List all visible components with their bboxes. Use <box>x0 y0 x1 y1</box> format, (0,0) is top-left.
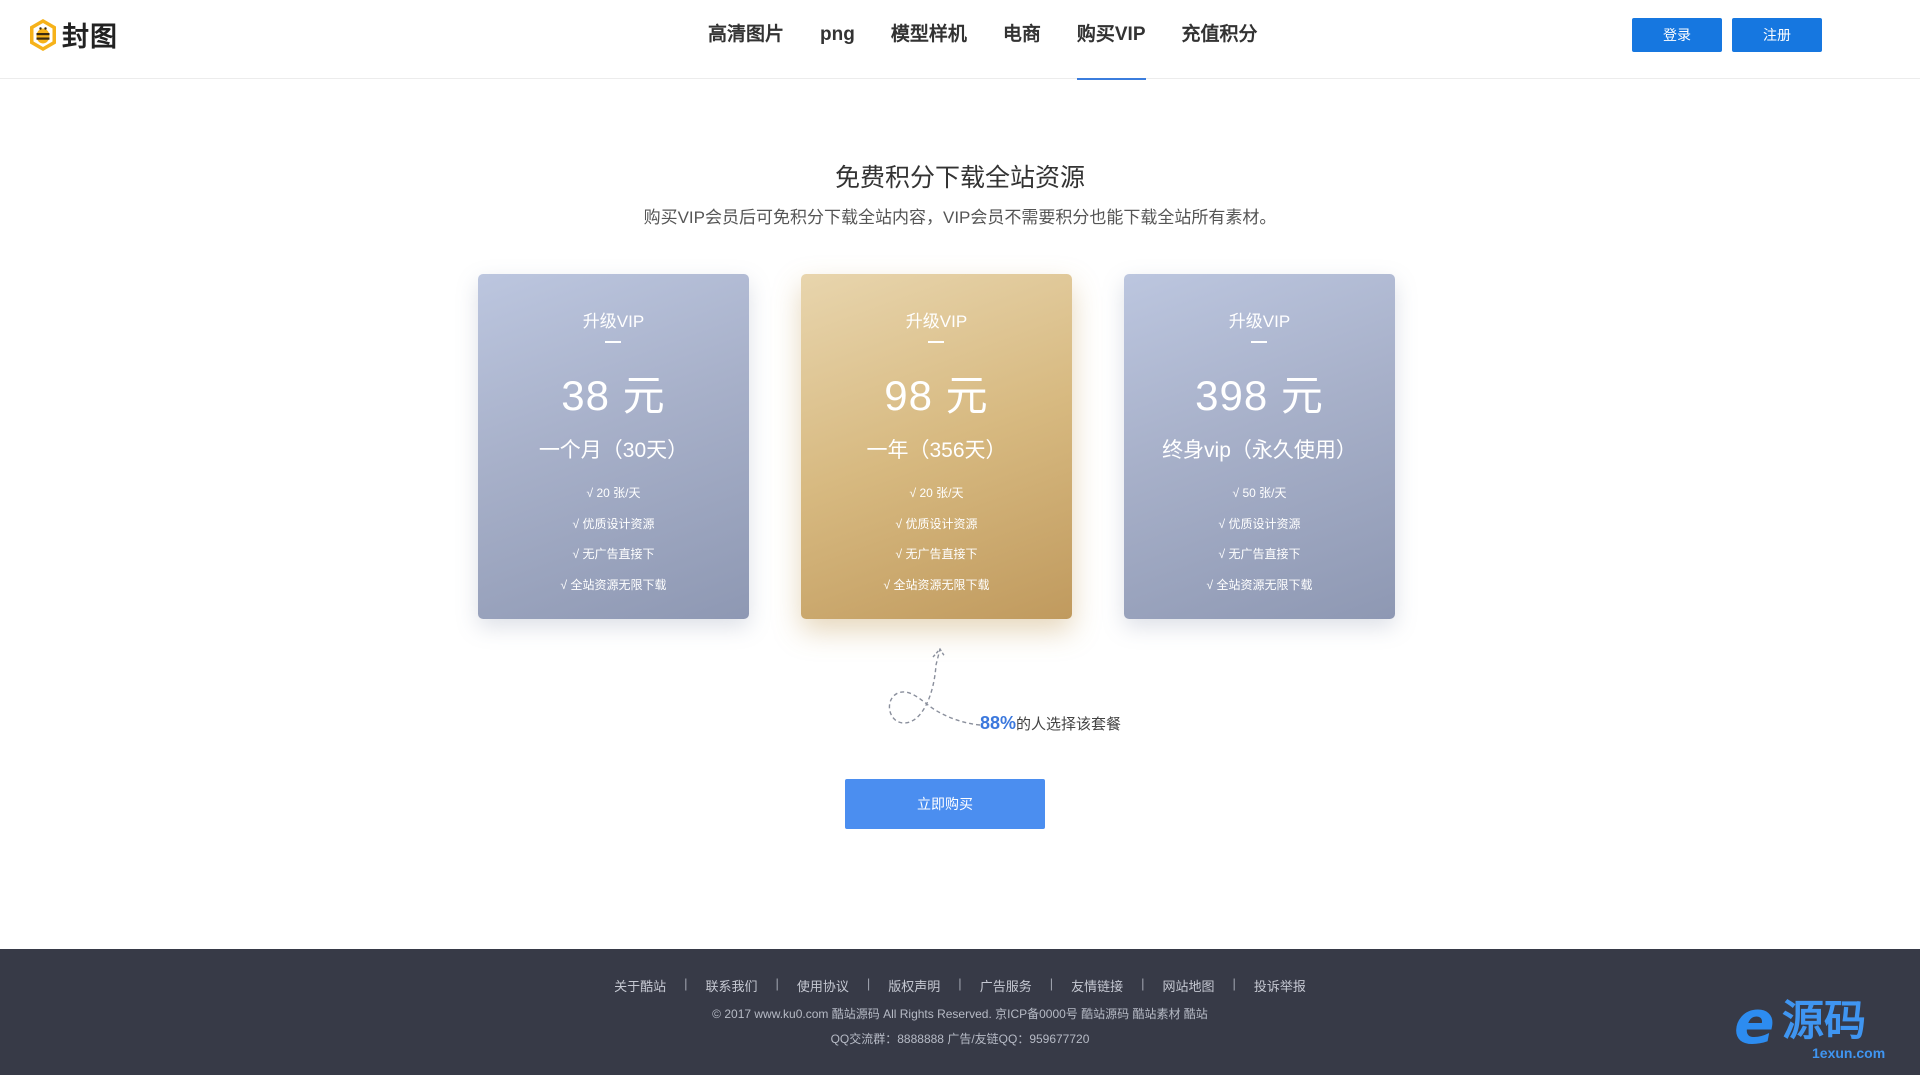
footer-link-copyright[interactable]: 版权声明 <box>888 976 940 995</box>
plan-feature: √ 优质设计资源 <box>572 516 655 531</box>
popular-note: 88%的人选择该套餐 <box>980 713 1121 734</box>
footer-link-about[interactable]: 关于酷站 <box>614 976 666 995</box>
nav-recharge-points[interactable]: 充值积分 <box>1164 0 1276 79</box>
plan-card-lifetime[interactable]: 升级VIP 398 元 终身vip（永久使用） √ 50 张/天 √ 优质设计资… <box>1124 274 1395 619</box>
hero-subtitle: 购买VIP会员后可免积分下载全站内容，VIP会员不需要积分也能下载全站所有素材。 <box>643 208 1277 227</box>
plan-feature: √ 无广告直接下 <box>572 547 655 561</box>
plan-price: 38 元 <box>561 372 666 419</box>
popular-percent: 88% <box>980 713 1017 733</box>
footer-link-terms[interactable]: 使用协议 <box>797 976 849 995</box>
plan-tier: 升级VIP <box>905 312 968 331</box>
footer-link-ads[interactable]: 广告服务 <box>980 976 1032 995</box>
register-button[interactable]: 注册 <box>1732 18 1822 52</box>
main-nav: 高清图片 png 模型样机 电商 购买VIP 充值积分 <box>690 0 1276 80</box>
footer-link-contact[interactable]: 联系我们 <box>705 976 757 995</box>
plan-period: 一个月（30天） <box>538 439 689 462</box>
plan-card-yearly[interactable]: 升级VIP 98 元 一年（356天） √ 20 张/天 √ 优质设计资源 √ … <box>801 274 1072 619</box>
plan-tier: 升级VIP <box>1228 312 1291 331</box>
footer-separator: | <box>958 976 962 991</box>
plan-feature: √ 无广告直接下 <box>1218 547 1301 561</box>
watermark-logo: e 源码 1exun.com <box>1730 993 1910 1069</box>
footer-separator: | <box>775 976 779 991</box>
watermark-domain: 1exun.com <box>1812 1045 1886 1061</box>
footer-separator: | <box>1141 976 1145 991</box>
plan-card-monthly[interactable]: 升级VIP 38 元 一个月（30天） √ 20 张/天 √ 优质设计资源 √ … <box>478 274 749 619</box>
nav-buy-vip[interactable]: 购买VIP <box>1059 0 1164 80</box>
plan-tier: 升级VIP <box>582 312 645 331</box>
footer-copyright: © 2017 www.ku0.com 酷站源码 All Rights Reser… <box>712 1007 1208 1021</box>
plan-features: √ 20 张/天 √ 优质设计资源 √ 无广告直接下 √ 全站资源无限下载 <box>801 478 1072 600</box>
plan-feature: √ 无广告直接下 <box>895 547 978 561</box>
popular-text: 的人选择该套餐 <box>1016 716 1122 733</box>
watermark-text: 源码 <box>1782 997 1867 1044</box>
plan-divider <box>1251 341 1267 343</box>
dashed-arrow-icon <box>888 647 981 726</box>
footer-separator: | <box>684 976 688 991</box>
watermark-e: e <box>1734 988 1775 1058</box>
site-footer: 关于酷站 | 联系我们 | 使用协议 | 版权声明 | 广告服务 | 友情链接 … <box>0 949 1920 1075</box>
plan-price: 98 元 <box>884 372 989 419</box>
plan-feature: √ 20 张/天 <box>586 486 641 500</box>
logo-text: 封图 <box>62 22 118 52</box>
plan-feature: √ 优质设计资源 <box>895 516 978 531</box>
plan-feature: √ 20 张/天 <box>909 486 964 500</box>
plan-feature: √ 优质设计资源 <box>1218 516 1301 531</box>
bee-logo-icon <box>30 18 56 51</box>
plan-feature: √ 全站资源无限下载 <box>560 577 667 592</box>
nav-png[interactable]: png <box>802 0 873 79</box>
nav-hd-images[interactable]: 高清图片 <box>690 0 802 79</box>
footer-separator: | <box>1232 976 1236 991</box>
plan-feature: √ 全站资源无限下载 <box>883 577 990 592</box>
footer-link-sitemap[interactable]: 网站地图 <box>1163 976 1215 995</box>
login-button[interactable]: 登录 <box>1632 18 1722 52</box>
buy-now-button[interactable]: 立即购买 <box>845 779 1045 829</box>
top-header: 封图 高清图片 png 模型样机 电商 购买VIP 充值积分 登录 注册 <box>0 0 1920 80</box>
plan-features: √ 20 张/天 √ 优质设计资源 √ 无广告直接下 √ 全站资源无限下载 <box>478 478 749 600</box>
plan-features: √ 50 张/天 √ 优质设计资源 √ 无广告直接下 √ 全站资源无限下载 <box>1124 478 1395 600</box>
plan-period: 一年（356天） <box>866 439 1007 462</box>
plan-divider <box>605 341 621 343</box>
site-logo[interactable]: 封图 <box>28 15 118 54</box>
plan-period: 终身vip（永久使用） <box>1162 439 1357 462</box>
plan-feature: √ 全站资源无限下载 <box>1206 577 1313 592</box>
footer-link-friends[interactable]: 友情链接 <box>1071 976 1123 995</box>
plan-feature: √ 50 张/天 <box>1232 486 1287 500</box>
nav-ecommerce[interactable]: 电商 <box>985 0 1059 79</box>
hero-title: 免费积分下载全站资源 <box>834 164 1085 192</box>
footer-separator: | <box>1049 976 1054 991</box>
footer-separator: | <box>866 976 871 991</box>
plan-price: 398 元 <box>1195 372 1324 419</box>
footer-link-report[interactable]: 投诉举报 <box>1254 976 1306 995</box>
nav-mockups[interactable]: 模型样机 <box>873 0 985 79</box>
footer-qq: QQ交流群：8888888 广告/友链QQ：959677720 <box>830 1032 1090 1046</box>
plan-divider <box>928 341 944 343</box>
page: 封图 高清图片 png 模型样机 电商 购买VIP 充值积分 登录 注册 免费积… <box>0 0 1920 1075</box>
footer-links: 关于酷站 | 联系我们 | 使用协议 | 版权声明 | 广告服务 | 友情链接 … <box>0 976 1920 995</box>
